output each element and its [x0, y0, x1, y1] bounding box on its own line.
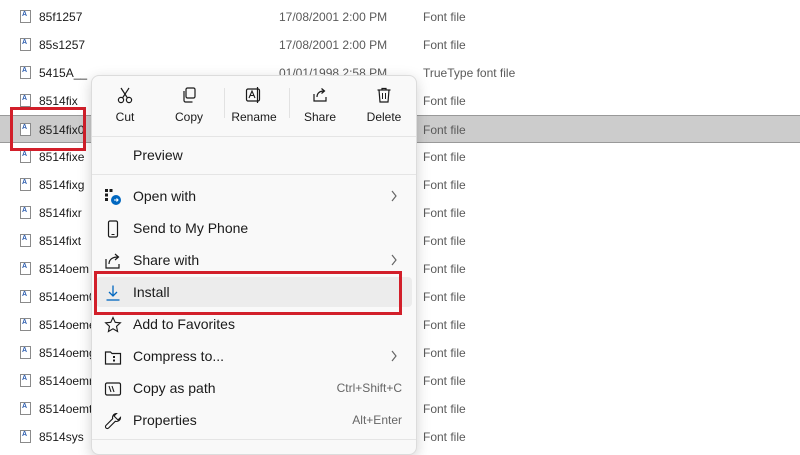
zip-icon	[104, 351, 122, 365]
cut-label: Cut	[115, 110, 135, 124]
file-name: 8514oeme	[39, 318, 96, 332]
menu-item-label: Copy as path	[133, 380, 216, 396]
copy-button[interactable]: Copy	[159, 86, 219, 132]
file-name: 8514fixe	[39, 150, 85, 164]
chevron-right-icon	[391, 254, 397, 266]
font-file-icon	[20, 402, 31, 415]
context-menu-toolbar: Cut Copy Rename Share Delete	[92, 76, 416, 136]
file-name: 85s1257	[39, 38, 86, 52]
rename-icon	[245, 87, 261, 103]
file-type: Font file	[423, 318, 466, 332]
file-date: 17/08/2001 2:00 PM	[279, 38, 388, 52]
menu-divider	[92, 136, 416, 137]
wrench-icon	[104, 412, 122, 430]
cut-button[interactable]: Cut	[95, 86, 155, 132]
font-file-icon	[20, 318, 31, 331]
font-file-icon	[20, 150, 31, 163]
menu-item-label: Preview	[133, 147, 183, 163]
phone-icon	[107, 220, 119, 238]
scissors-icon	[117, 87, 133, 104]
open-with-icon	[105, 189, 121, 205]
rename-label: Rename	[231, 110, 277, 124]
file-name: 85f1257	[39, 10, 83, 24]
file-name: 8514oem	[39, 262, 90, 276]
font-file-icon	[20, 38, 31, 51]
rename-button[interactable]: Rename	[224, 86, 284, 132]
file-type: Font file	[423, 178, 466, 192]
file-type: Font file	[423, 94, 466, 108]
font-file-icon	[20, 346, 31, 359]
font-file-icon	[20, 206, 31, 219]
selected-file-highlight-box	[10, 107, 86, 151]
file-name: 5415A__	[39, 66, 88, 80]
share-icon	[313, 88, 327, 102]
menu-item-label: Compress to...	[133, 348, 225, 364]
share-button[interactable]: Share	[290, 86, 350, 132]
menu-item-label: Add to Favorites	[133, 316, 235, 332]
file-type: Font file	[423, 402, 466, 416]
context-menu: Cut Copy Rename Share Delete Preview Ope…	[91, 75, 417, 455]
file-type: Font file	[423, 290, 466, 304]
menu-item-compress[interactable]: Compress to...	[96, 341, 412, 371]
font-file-icon	[20, 290, 31, 303]
chevron-right-icon	[391, 190, 397, 202]
file-type: Font file	[423, 150, 466, 164]
copy-label: Copy	[174, 110, 203, 124]
shortcut-text: Alt+Enter	[352, 413, 402, 427]
file-type: Font file	[423, 346, 466, 360]
file-row[interactable]: 85f1257 17/08/2001 2:00 PM Font file	[0, 3, 800, 31]
file-name: 8514fixr	[39, 206, 82, 220]
menu-item-properties[interactable]: Properties Alt+Enter	[96, 405, 412, 435]
file-row[interactable]: 85s1257 17/08/2001 2:00 PM Font file	[0, 31, 800, 59]
share-label: Share	[303, 110, 337, 124]
file-name: 8514fix	[39, 94, 78, 108]
file-name: 8514oemg	[39, 346, 96, 360]
font-file-icon	[20, 262, 31, 275]
menu-item-copy-as-path[interactable]: Copy as path Ctrl+Shift+C	[96, 373, 412, 403]
file-type: TrueType font file	[423, 66, 516, 80]
delete-label: Delete	[366, 110, 402, 124]
delete-button[interactable]: Delete	[354, 86, 414, 132]
file-name: 8514oemt	[39, 402, 93, 416]
file-type: Font file	[423, 10, 466, 24]
menu-item-open-with[interactable]: Open with	[96, 181, 412, 211]
font-file-icon	[20, 10, 31, 23]
font-file-icon	[20, 374, 31, 387]
menu-item-label: Send to My Phone	[133, 220, 249, 236]
menu-item-preview[interactable]: Preview	[96, 140, 412, 170]
font-file-icon	[20, 234, 31, 247]
file-date: 17/08/2001 2:00 PM	[279, 10, 388, 24]
copy-icon	[183, 87, 196, 103]
font-file-icon	[20, 430, 31, 443]
file-name: 8514fixg	[39, 178, 85, 192]
star-icon	[104, 316, 122, 333]
file-type: Font file	[423, 38, 466, 52]
install-highlight-box	[94, 271, 402, 315]
file-type: Font file	[423, 123, 466, 137]
share-with-icon	[105, 253, 120, 269]
file-type: Font file	[423, 206, 466, 220]
file-type: Font file	[423, 234, 466, 248]
menu-item-send-to-phone[interactable]: Send to My Phone	[96, 213, 412, 243]
font-file-icon	[20, 66, 31, 79]
font-file-icon	[20, 178, 31, 191]
file-name: 8514oem0	[39, 290, 96, 304]
menu-divider	[92, 174, 416, 175]
file-name: 8514fixt	[39, 234, 82, 248]
copy-path-icon	[104, 382, 122, 396]
font-file-icon	[20, 94, 31, 107]
file-name: 8514oemr	[39, 374, 94, 388]
menu-item-label: Share with	[133, 252, 200, 268]
menu-item-label: Properties	[133, 412, 197, 428]
chevron-right-icon	[391, 350, 397, 362]
menu-item-label: Open with	[133, 188, 197, 204]
trash-icon	[377, 87, 391, 103]
menu-divider	[92, 439, 416, 440]
shortcut-text: Ctrl+Shift+C	[336, 381, 402, 395]
file-type: Font file	[423, 430, 466, 444]
file-type: Font file	[423, 374, 466, 388]
file-type: Font file	[423, 262, 466, 276]
file-name: 8514sys	[39, 430, 84, 444]
